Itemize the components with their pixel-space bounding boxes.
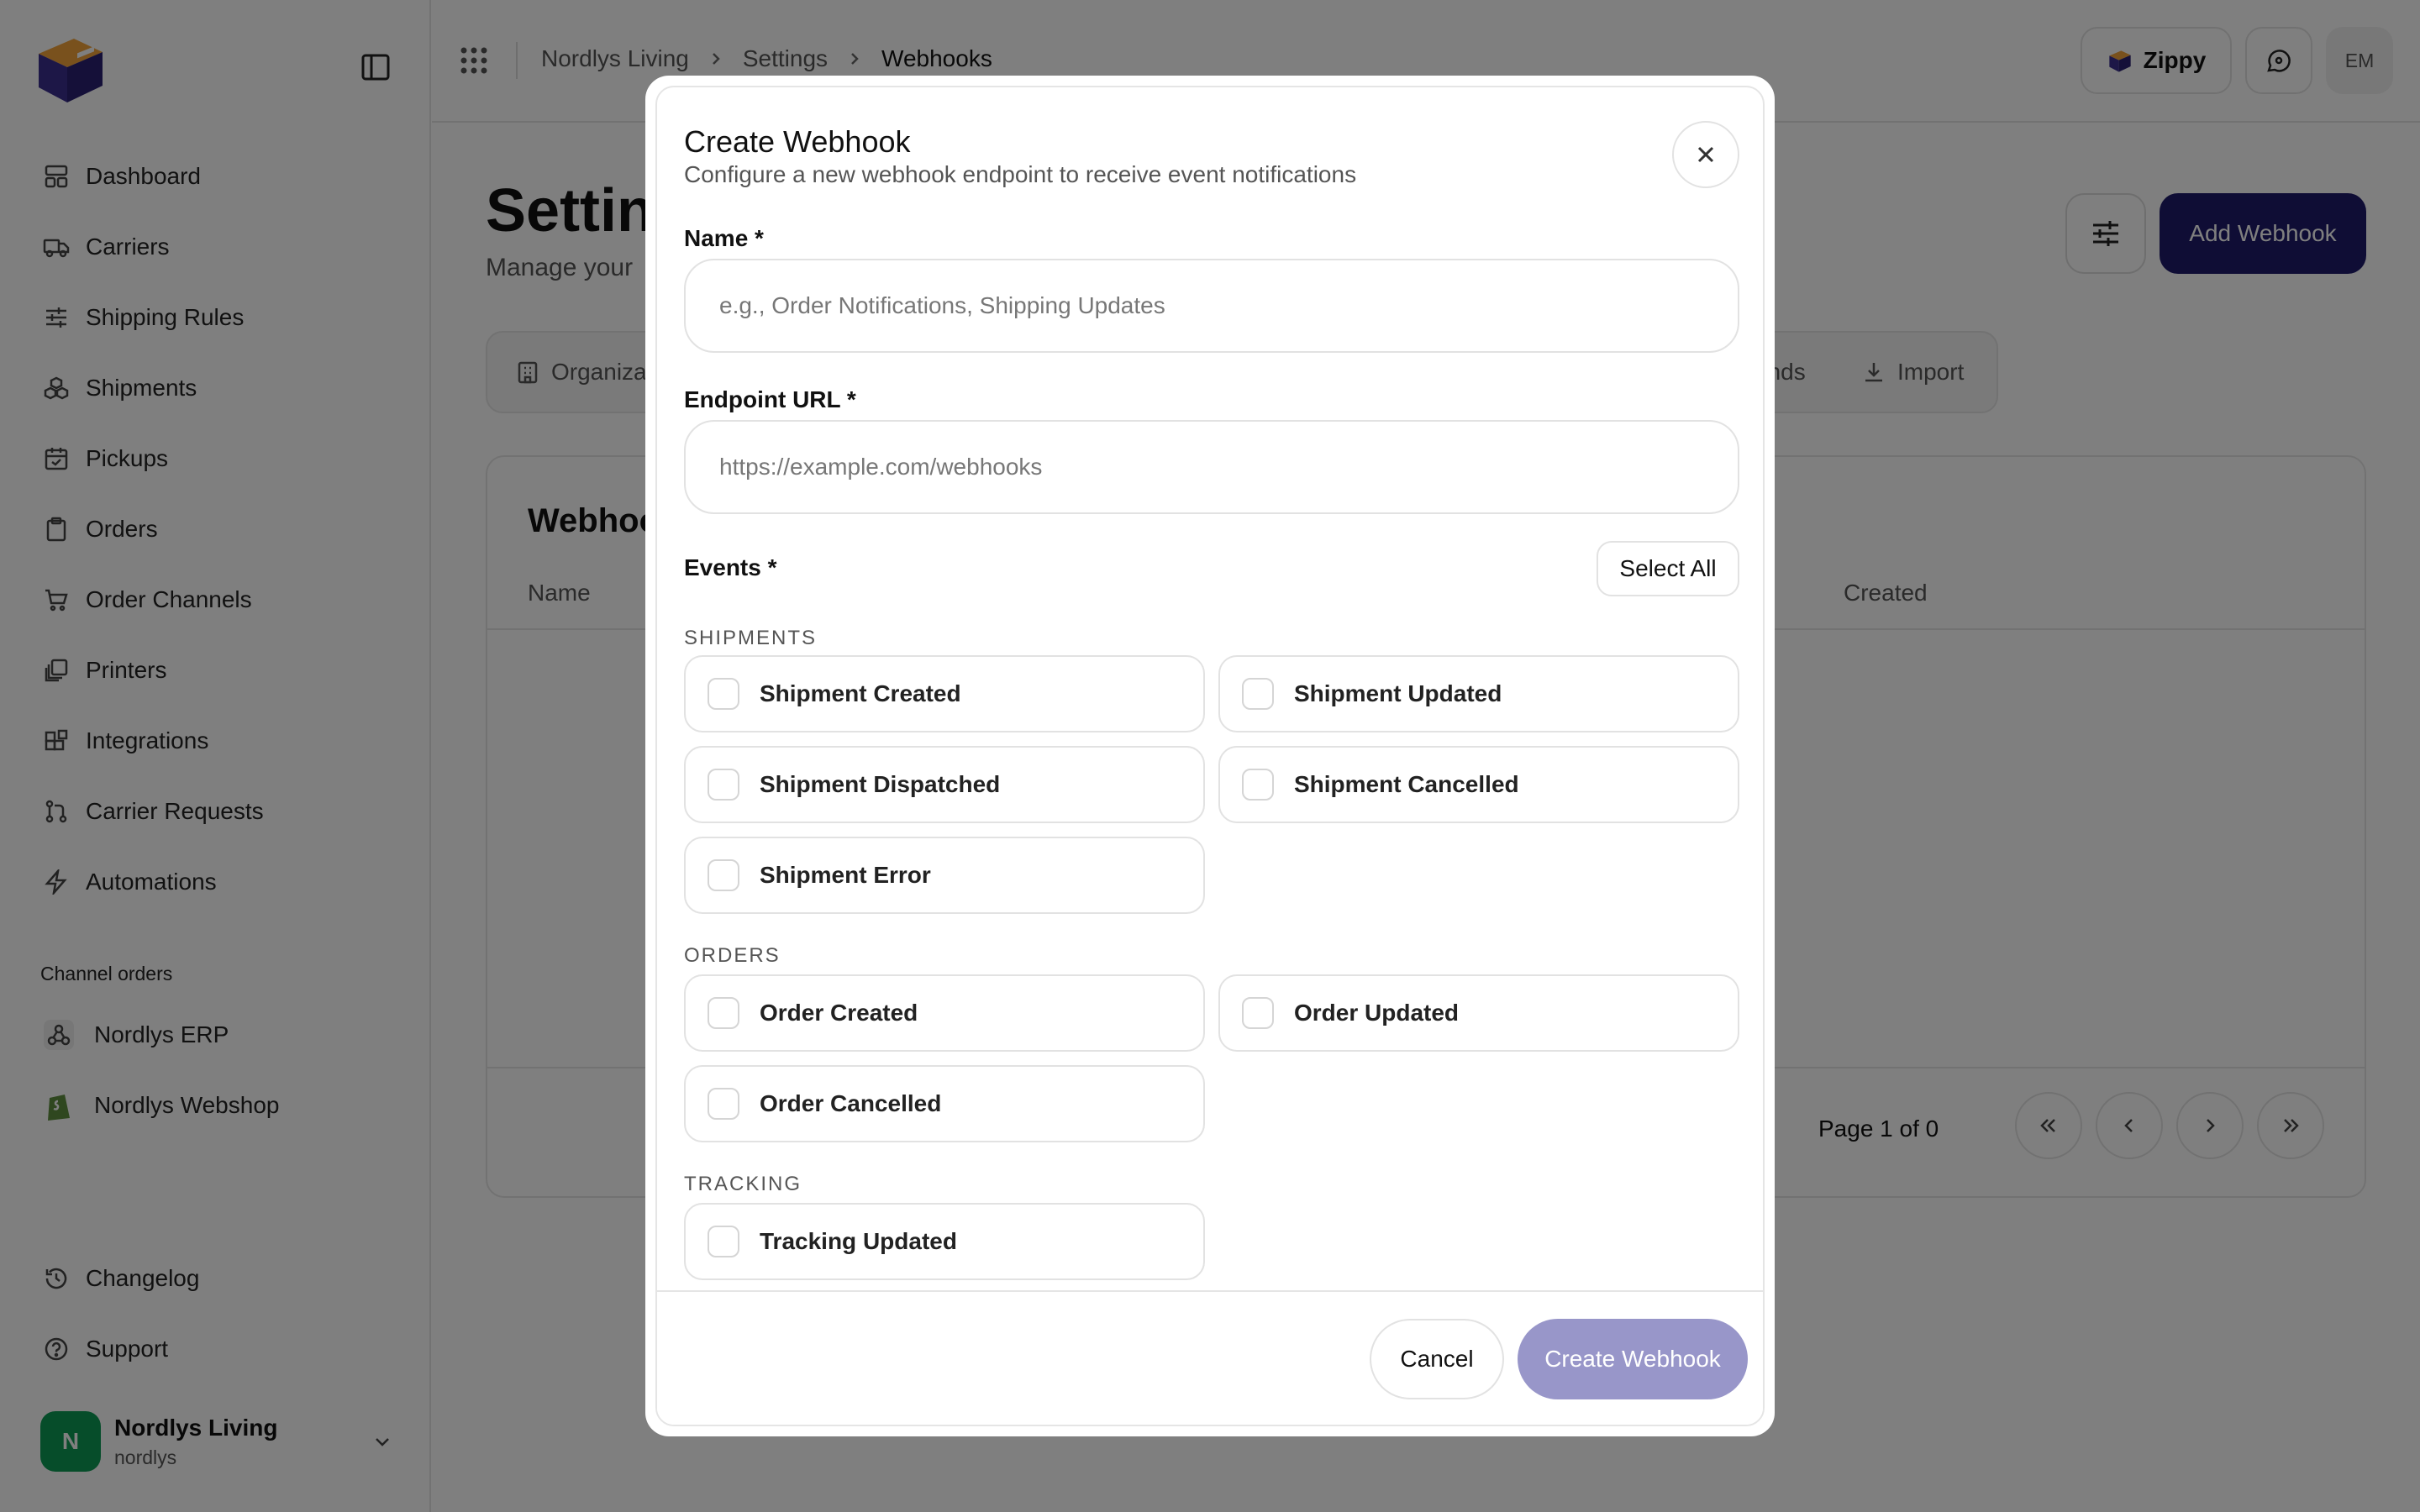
event-checkbox-shipment-updated[interactable]: Shipment Updated xyxy=(1218,655,1739,732)
checkbox[interactable] xyxy=(708,997,739,1029)
group-label-shipments: SHIPMENTS xyxy=(684,627,818,649)
checkbox[interactable] xyxy=(1242,997,1274,1029)
modal-subtitle: Configure a new webhook endpoint to rece… xyxy=(684,161,1357,187)
modal-panel: Create Webhook Configure a new webhook e… xyxy=(655,86,1765,1426)
group-label-tracking: TRACKING xyxy=(684,1173,802,1195)
endpoint-url-label: Endpoint URL * xyxy=(684,386,856,412)
modal-footer: Cancel Create Webhook xyxy=(657,1290,1763,1425)
event-label: Order Cancelled xyxy=(760,1090,942,1116)
create-webhook-modal: Create Webhook Configure a new webhook e… xyxy=(645,76,1775,1436)
create-webhook-button[interactable]: Create Webhook xyxy=(1518,1319,1748,1399)
event-checkbox-shipment-cancelled[interactable]: Shipment Cancelled xyxy=(1218,746,1739,823)
event-label: Shipment Error xyxy=(760,862,931,888)
event-checkbox-shipment-error[interactable]: Shipment Error xyxy=(684,837,1205,914)
event-checkbox-order-updated[interactable]: Order Updated xyxy=(1218,974,1739,1052)
event-label: Shipment Dispatched xyxy=(760,771,1001,797)
event-label: Shipment Created xyxy=(760,680,961,706)
events-label: Events * xyxy=(684,554,777,580)
checkbox[interactable] xyxy=(708,1088,739,1120)
endpoint-url-input[interactable] xyxy=(684,420,1739,514)
event-label: Tracking Updated xyxy=(760,1228,957,1254)
select-all-button[interactable]: Select All xyxy=(1597,541,1739,596)
checkbox[interactable] xyxy=(708,859,739,891)
name-label: Name * xyxy=(684,225,764,251)
modal-title: Create Webhook xyxy=(684,124,911,159)
checkbox[interactable] xyxy=(1242,769,1274,801)
event-label: Order Created xyxy=(760,1000,918,1026)
event-label: Shipment Cancelled xyxy=(1294,771,1519,797)
checkbox[interactable] xyxy=(708,678,739,710)
event-label: Order Updated xyxy=(1294,1000,1460,1026)
event-checkbox-shipment-dispatched[interactable]: Shipment Dispatched xyxy=(684,746,1205,823)
event-checkbox-shipment-created[interactable]: Shipment Created xyxy=(684,655,1205,732)
cancel-button[interactable]: Cancel xyxy=(1370,1319,1504,1399)
checkbox[interactable] xyxy=(708,769,739,801)
checkbox[interactable] xyxy=(1242,678,1274,710)
event-checkbox-order-created[interactable]: Order Created xyxy=(684,974,1205,1052)
name-input[interactable] xyxy=(684,259,1739,353)
event-label: Shipment Updated xyxy=(1294,680,1502,706)
checkbox[interactable] xyxy=(708,1226,739,1257)
close-button[interactable] xyxy=(1672,121,1739,188)
close-icon xyxy=(1693,142,1718,167)
group-label-orders: ORDERS xyxy=(684,944,781,967)
event-checkbox-order-cancelled[interactable]: Order Cancelled xyxy=(684,1065,1205,1142)
event-checkbox-tracking-updated[interactable]: Tracking Updated xyxy=(684,1203,1205,1280)
